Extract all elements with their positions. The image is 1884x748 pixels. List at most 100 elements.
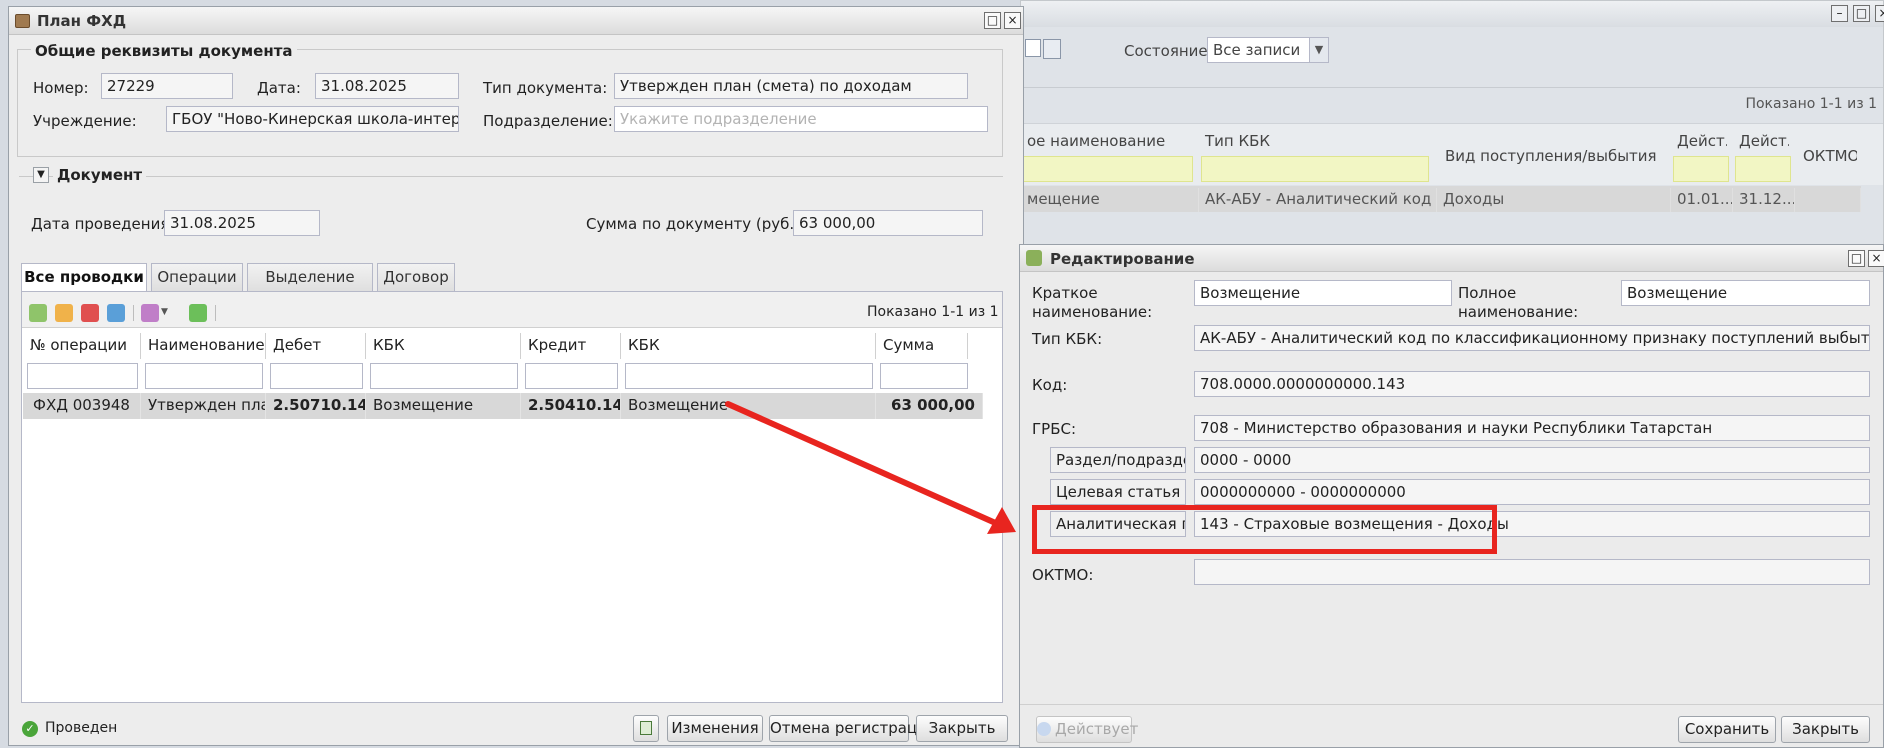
chevron-down-icon[interactable]: ▼ (161, 307, 168, 317)
cell-credit: 2.50410.143 (521, 393, 621, 419)
active-button: Действует (1036, 716, 1138, 743)
background-titlebar (1021, 1, 1883, 27)
active-button-label: Действует (1055, 720, 1139, 738)
filter-input-valid-from[interactable] (1673, 156, 1729, 182)
date-field[interactable]: 31.08.2025 (315, 73, 459, 99)
filter-input-valid-to[interactable] (1735, 156, 1791, 182)
copy-icon[interactable] (1025, 39, 1041, 57)
save-button[interactable]: Сохранить (1678, 716, 1776, 743)
column-header-kbk-credit[interactable]: КБК (621, 333, 876, 359)
plan-window-titlebar: План ФХД □ × (9, 7, 1023, 35)
collapse-toggle-icon[interactable]: ▼ (33, 167, 49, 183)
target-article-label: Целевая статья (1050, 479, 1186, 505)
full-name-field[interactable]: Возмещение (1621, 280, 1870, 306)
tab-contract[interactable]: Договор (377, 263, 455, 292)
section-subsection-field[interactable]: 0000 - 0000 (1194, 447, 1870, 473)
plan-window-title: План ФХД (37, 12, 127, 30)
short-name-label: Краткое наименование: (1032, 284, 1182, 322)
close-button[interactable]: Закрыть (916, 715, 1008, 742)
column-header-valid-from[interactable]: Дейст... (1671, 132, 1727, 150)
filter-input-name[interactable] (1021, 156, 1193, 182)
number-label: Номер: (33, 79, 89, 97)
oktmo-field[interactable] (1194, 559, 1870, 585)
cancel-registration-button[interactable]: Отмена регистрации (769, 715, 937, 742)
doc-type-field[interactable]: Утвержден план (смета) по доходам (614, 73, 968, 99)
code-field[interactable]: 708.0000.0000000000.143 (1194, 371, 1870, 397)
filter-input-debit[interactable] (270, 363, 363, 389)
cell-operation-number: ФХД 003948 (23, 393, 141, 419)
edit-window-footer (1020, 704, 1883, 705)
close-icon[interactable]: × (1875, 5, 1884, 22)
plan-window: План ФХД □ × Общие реквизиты документа Н… (8, 6, 1024, 746)
column-header-name[interactable]: ое наименование (1021, 132, 1197, 150)
column-header-kbk-type[interactable]: Тип КБК (1199, 132, 1435, 150)
cell-name: Утвержден пла... (141, 393, 266, 419)
column-header-operation-number[interactable]: № операции (23, 333, 141, 359)
tab-vat[interactable]: Выделение НДС (247, 263, 373, 313)
state-select[interactable]: Все записи (1207, 37, 1319, 63)
chevron-down-icon[interactable]: ▼ (1309, 37, 1329, 63)
refresh-icon[interactable] (189, 304, 207, 322)
date-label: Дата: (257, 79, 301, 97)
posting-date-label: Дата проведения: (31, 215, 175, 233)
edit-window-title: Редактирование (1050, 250, 1195, 268)
cell-name: мещение (1021, 188, 1199, 212)
cell-debit: 2.50710.143 (266, 393, 366, 419)
column-header-debit[interactable]: Дебет (266, 333, 366, 359)
add-icon[interactable] (29, 304, 47, 322)
toolbar-separator (215, 305, 216, 321)
delete-icon[interactable] (81, 304, 99, 322)
general-section-title: Общие реквизиты документа (31, 42, 297, 60)
edit-icon[interactable] (55, 304, 73, 322)
column-header-kbk-debit[interactable]: КБК (366, 333, 521, 359)
doc-sum-field[interactable]: 63 000,00 (793, 210, 983, 236)
target-article-field[interactable]: 0000000000 - 0000000000 (1194, 479, 1870, 505)
cell-flow-type: Доходы (1437, 188, 1671, 212)
cell-oktmo (1795, 188, 1861, 212)
column-header-credit[interactable]: Кредит (521, 333, 621, 359)
background-divider (1021, 87, 1883, 88)
close-icon[interactable]: × (1868, 250, 1884, 267)
background-shown-count: Показано 1-1 из 1 (1745, 96, 1877, 112)
kbk-type-field[interactable]: АК-АБУ - Аналитический код по классифика… (1194, 325, 1870, 351)
filter-input-credit[interactable] (525, 363, 618, 389)
filter-input-operation-number[interactable] (27, 363, 138, 389)
full-name-label-text: Полное наименование: (1458, 284, 1579, 321)
maximize-icon[interactable]: □ (984, 12, 1001, 29)
document-divider (19, 176, 1003, 177)
changes-button[interactable]: Изменения (667, 715, 763, 742)
tab-operations[interactable]: Операции (151, 263, 243, 292)
print-button[interactable] (633, 715, 659, 742)
filter-input-kbk-type[interactable] (1201, 156, 1429, 182)
cell-valid-from: 01.01.... (1671, 188, 1733, 212)
close-icon[interactable]: × (1004, 12, 1021, 29)
status-text: Проведен (45, 720, 118, 736)
maximize-icon[interactable]: □ (1853, 5, 1870, 22)
general-fieldset (17, 49, 1003, 157)
maximize-icon[interactable]: □ (1848, 250, 1865, 267)
column-header-sum[interactable]: Сумма (876, 333, 968, 359)
number-field[interactable]: 27229 (101, 73, 233, 99)
edit-close-button[interactable]: Закрыть (1781, 716, 1870, 743)
full-name-label: Полное наименование: (1458, 284, 1608, 322)
grbs-field[interactable]: 708 - Министерство образования и науки Р… (1194, 415, 1870, 441)
filter-input-kbk-debit[interactable] (370, 363, 518, 389)
grbs-label: ГРБС: (1032, 420, 1077, 438)
filter-input-name[interactable] (145, 363, 263, 389)
highlight-box (1032, 505, 1497, 554)
short-name-field[interactable]: Возмещение (1194, 280, 1452, 306)
column-header-flow-type[interactable]: Вид поступления/выбытия (1439, 147, 1669, 165)
copy-icon[interactable] (107, 304, 125, 322)
institution-field[interactable]: ГБОУ "Ново-Кинерская школа-интернат" (166, 106, 459, 132)
subdivision-field[interactable]: Укажите подразделение (614, 106, 988, 132)
doc-sum-label: Сумма по документу (руб.): (586, 215, 806, 233)
column-header-valid-to[interactable]: Дейст... (1733, 132, 1789, 150)
column-header-name[interactable]: Наименование (141, 333, 266, 359)
cell-valid-to: 31.12.... (1733, 188, 1795, 212)
tab-all-postings[interactable]: Все проводки (21, 263, 147, 293)
actions-menu-icon[interactable] (141, 304, 159, 322)
minimize-icon[interactable]: – (1831, 5, 1848, 22)
posting-date-field[interactable]: 31.08.2025 (164, 210, 320, 236)
column-header-oktmo[interactable]: ОКТМО (1797, 147, 1857, 165)
export-icon[interactable] (1043, 39, 1061, 59)
